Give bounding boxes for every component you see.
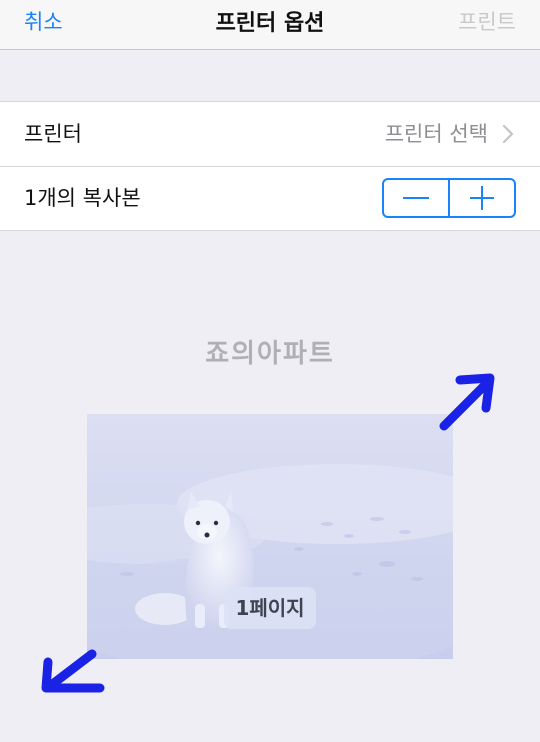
page-number-badge: 1페이지 — [224, 587, 316, 629]
watermark-text: 죠의아파트 — [205, 339, 335, 369]
printer-label: 프린터 — [24, 122, 82, 146]
printer-select-value[interactable]: 프린터 선택 — [385, 118, 488, 148]
navigation-bar: 취소 프린터 옵션 프린트 — [0, 0, 540, 50]
printer-row[interactable]: 프린터 프린터 선택 — [0, 102, 540, 166]
decrement-button[interactable] — [384, 180, 448, 216]
copies-label: 1개의 복사본 — [24, 186, 141, 210]
minus-icon — [403, 197, 429, 199]
increment-button[interactable] — [450, 180, 514, 216]
shrink-arrow-icon — [41, 649, 105, 693]
printer-options-group: 프린터 프린터 선택 1개의 복사본 — [0, 101, 540, 231]
expand-arrow-icon — [439, 373, 495, 431]
copies-row: 1개의 복사본 — [0, 166, 540, 230]
print-button[interactable]: 프린트 — [458, 6, 516, 36]
plus-icon — [470, 186, 494, 210]
copies-stepper[interactable] — [382, 178, 516, 218]
chevron-right-icon[interactable] — [500, 124, 516, 144]
